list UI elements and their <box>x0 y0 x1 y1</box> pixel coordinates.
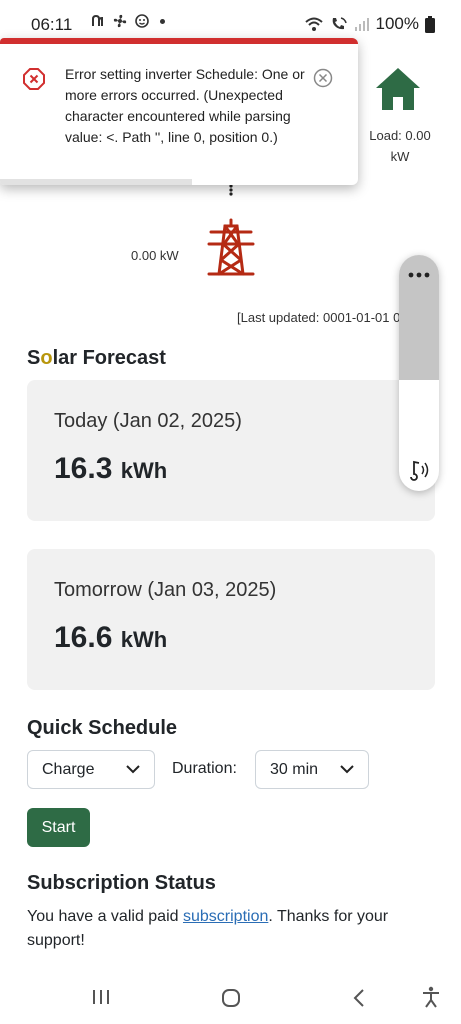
app-notification-icon <box>92 14 103 26</box>
solar-title-rest: lar Forecast <box>52 347 166 369</box>
forecast-card-tomorrow: Tomorrow (Jan 03, 2025) 16.6 kWh <box>27 549 435 690</box>
more-options-icon[interactable] <box>408 272 430 278</box>
back-icon[interactable] <box>352 988 366 1008</box>
schedule-mode-select[interactable]: Charge <box>27 750 155 789</box>
schedule-mode-value: Charge <box>42 761 95 778</box>
toast-timer-bar <box>0 179 192 185</box>
call-icon <box>332 17 347 30</box>
error-message: Error setting inverter Schedule: One or … <box>65 66 305 145</box>
fan-icon <box>113 14 127 28</box>
close-icon[interactable] <box>313 68 333 88</box>
forecast-today-date: Today (Jan 02, 2025) <box>54 410 242 432</box>
face-icon <box>135 14 149 28</box>
signal-icon <box>354 18 369 31</box>
grid-power-value: 0.00 kW <box>131 248 179 263</box>
forecast-tomorrow-unit: kWh <box>120 627 168 652</box>
chevron-down-icon <box>340 765 354 774</box>
more-notifications-dot <box>160 18 165 24</box>
notification-icons <box>90 13 165 29</box>
flow-connector-dots <box>229 184 233 196</box>
error-icon <box>23 68 45 90</box>
nav-home-icon[interactable] <box>221 988 241 1008</box>
system-nav-bar <box>0 980 461 1024</box>
forecast-tomorrow-value: 16.6 kWh <box>54 621 167 655</box>
solar-forecast-heading: Solar Forecast <box>27 347 166 370</box>
load-value: Load: 0.00 kW <box>369 128 431 164</box>
forecast-tomorrow-date: Tomorrow (Jan 03, 2025) <box>54 579 277 601</box>
system-status: 100% <box>304 14 435 34</box>
forecast-tomorrow-number: 16.6 <box>54 621 113 654</box>
status-time: 06:11 <box>31 15 73 34</box>
media-volume-icon[interactable] <box>407 459 433 481</box>
duration-select[interactable]: 30 min <box>255 750 369 789</box>
subscription-link[interactable]: subscription <box>183 908 268 925</box>
battery-icon <box>425 15 435 33</box>
subscription-message: You have a valid paid subscription. Than… <box>27 905 427 953</box>
forecast-today-unit: kWh <box>120 458 168 483</box>
forecast-today-number: 16.3 <box>54 452 113 485</box>
power-tower-icon <box>207 218 255 276</box>
volume-panel[interactable] <box>399 255 439 491</box>
wifi-icon <box>304 17 323 31</box>
start-button[interactable]: Start <box>27 808 90 847</box>
chevron-down-icon <box>126 765 140 774</box>
forecast-card-today: Today (Jan 02, 2025) 16.3 kWh <box>27 380 435 521</box>
battery-percent: 100% <box>375 14 419 33</box>
home-icon <box>376 68 420 110</box>
forecast-today-value: 16.3 kWh <box>54 452 167 486</box>
solar-title-o: o <box>40 347 53 369</box>
subscription-heading: Subscription Status <box>27 872 216 894</box>
accessibility-icon[interactable] <box>421 986 441 1008</box>
duration-label: Duration: <box>172 760 237 777</box>
recent-apps-icon[interactable] <box>92 988 110 1006</box>
subscription-text-before: You have a valid paid <box>27 908 183 925</box>
solar-title-s: S <box>27 347 41 369</box>
duration-value: 30 min <box>270 761 319 778</box>
quick-schedule-heading: Quick Schedule <box>27 717 178 739</box>
error-toast: Error setting inverter Schedule: One or … <box>0 38 358 185</box>
